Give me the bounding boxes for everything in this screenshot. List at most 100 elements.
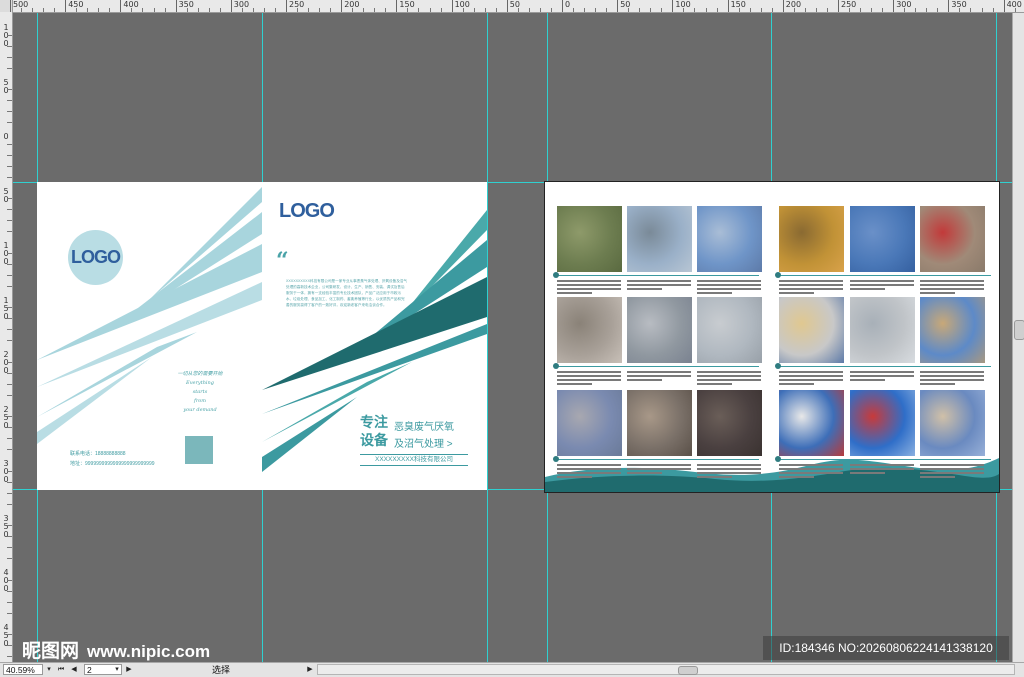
horizontal-scrollbar[interactable] xyxy=(317,664,1015,675)
caption-text-block xyxy=(850,280,914,292)
ruler-minor-tick xyxy=(771,8,773,12)
quote-mark: “ xyxy=(276,248,289,274)
horizontal-ruler[interactable]: 500 450 400 350 300 250 200 150 100 50 0 50 100 150 20… xyxy=(0,0,1024,13)
ruler-digit: 0 xyxy=(3,39,9,48)
ruler-minor-tick xyxy=(7,274,12,276)
ruler-minor-tick xyxy=(7,340,12,342)
ruler-tick-label: 350 xyxy=(0,514,12,539)
product-photo xyxy=(627,206,692,272)
phone-line: 联系电话：18888888888 xyxy=(70,451,126,457)
product-photo xyxy=(557,297,622,363)
scroll-thumb[interactable] xyxy=(1014,320,1024,340)
ruler-minor-tick xyxy=(7,361,12,363)
ruler-digit: 0 xyxy=(3,638,9,648)
ruler-minor-tick xyxy=(274,8,276,12)
vertical-ruler[interactable]: 10050050100150200250300350400450 xyxy=(0,12,13,662)
vertical-scrollbar[interactable] xyxy=(1012,13,1024,662)
ruler-tick-label: 50 xyxy=(0,187,12,204)
ruler-tick-label: 400 xyxy=(1003,0,1022,12)
caption-text-block xyxy=(920,371,984,387)
ruler-minor-tick xyxy=(7,231,12,233)
site-watermark: 昵图网 www.nipic.com xyxy=(22,636,210,663)
ruler-minor-tick xyxy=(297,8,299,12)
ruler-tick-label: 400 xyxy=(0,569,12,593)
ruler-minor-tick xyxy=(7,122,12,124)
ruler-digit: 0 xyxy=(3,366,9,375)
ruler-tick-label: 300 xyxy=(893,0,911,12)
ruler-minor-tick xyxy=(7,612,12,614)
caption-text-block xyxy=(779,371,843,387)
diagonal-stripes-graphic xyxy=(37,187,262,444)
mode-arrow-icon[interactable]: ▶ xyxy=(305,664,315,675)
ruler-minor-tick xyxy=(363,8,365,12)
caption-text-block xyxy=(627,280,691,292)
ruler-minor-tick xyxy=(263,8,265,12)
caption-divider xyxy=(779,459,991,460)
product-photo xyxy=(779,390,844,456)
first-page-icon[interactable]: ⏮ xyxy=(56,664,66,675)
prev-page-icon[interactable]: ◀ xyxy=(69,664,79,675)
page-dropdown-icon[interactable]: ▾ xyxy=(112,664,122,675)
ruler-tick-label: 150 xyxy=(0,296,12,321)
ruler-minor-tick xyxy=(54,8,56,12)
ruler-minor-tick xyxy=(484,8,486,12)
product-photo xyxy=(697,297,762,363)
ruler-minor-tick xyxy=(705,8,707,12)
ruler-minor-tick xyxy=(860,8,862,12)
ruler-minor-tick xyxy=(219,8,221,12)
ruler-tick-label: 100 xyxy=(451,0,470,12)
ruler-minor-tick xyxy=(1014,8,1016,12)
ruler-minor-tick xyxy=(7,100,12,102)
ruler-tick-label: 350 xyxy=(175,0,194,12)
zoom-field[interactable]: 40.59% xyxy=(3,664,43,675)
caption-text-block xyxy=(850,371,914,383)
ruler-tick-label: 0 xyxy=(0,133,12,141)
ruler-origin-corner[interactable] xyxy=(0,0,13,12)
ruler-minor-tick xyxy=(7,209,12,211)
ruler-tick-label: 0 xyxy=(562,0,570,12)
ruler-digit: 0 xyxy=(3,529,9,539)
ruler-minor-tick xyxy=(871,8,873,12)
ruler-minor-tick xyxy=(694,8,696,12)
ruler-minor-tick xyxy=(7,558,12,560)
caption-divider xyxy=(557,366,759,367)
ruler-minor-tick xyxy=(7,383,12,385)
ruler-minor-tick xyxy=(462,8,464,12)
ruler-minor-tick xyxy=(208,8,210,12)
caption-text-block xyxy=(920,464,984,480)
caption-divider xyxy=(557,459,759,460)
scroll-thumb[interactable] xyxy=(678,666,698,675)
ruler-tick-label: 50 xyxy=(617,0,630,12)
ruler-minor-tick xyxy=(197,8,199,12)
ruler-minor-tick xyxy=(7,198,12,200)
ruler-minor-tick xyxy=(7,176,12,178)
ruler-minor-tick xyxy=(153,8,155,12)
ruler-minor-tick xyxy=(849,8,851,12)
status-bar: 40.59% ▾ ⏮ ◀ 2 ▾ ▶ 选择 ▶ xyxy=(0,662,1024,677)
next-page-icon[interactable]: ▶ xyxy=(124,664,134,675)
ruler-tick-label: 200 xyxy=(782,0,801,12)
ruler-minor-tick xyxy=(7,220,12,222)
product-photo xyxy=(697,390,762,456)
ruler-minor-tick xyxy=(749,8,751,12)
document-canvas[interactable]: LOGO 一切从您的需要开始 Everything starts from yo… xyxy=(13,13,1012,662)
ruler-minor-tick xyxy=(7,318,12,320)
zoom-dropdown-icon[interactable]: ▾ xyxy=(44,664,54,675)
ruler-minor-tick xyxy=(473,8,475,12)
ruler-minor-tick xyxy=(7,590,12,592)
ruler-minor-tick xyxy=(7,154,12,156)
ruler-minor-tick xyxy=(517,8,519,12)
ruler-minor-tick xyxy=(7,45,12,47)
ruler-number: 0 xyxy=(565,0,571,9)
caption-text-block xyxy=(697,464,761,480)
product-photo xyxy=(920,297,985,363)
caption-bullet xyxy=(553,363,559,369)
ruler-tick-label: 100 xyxy=(672,0,691,12)
headline-left-2: 设备 xyxy=(360,432,388,448)
ruler-minor-tick xyxy=(7,416,12,418)
slogan-line: from xyxy=(194,398,206,404)
tool-mode-label[interactable]: 选择 xyxy=(136,663,306,676)
ruler-minor-tick xyxy=(43,8,45,12)
guide-vertical[interactable] xyxy=(487,13,488,662)
caption-text-block xyxy=(557,280,621,296)
